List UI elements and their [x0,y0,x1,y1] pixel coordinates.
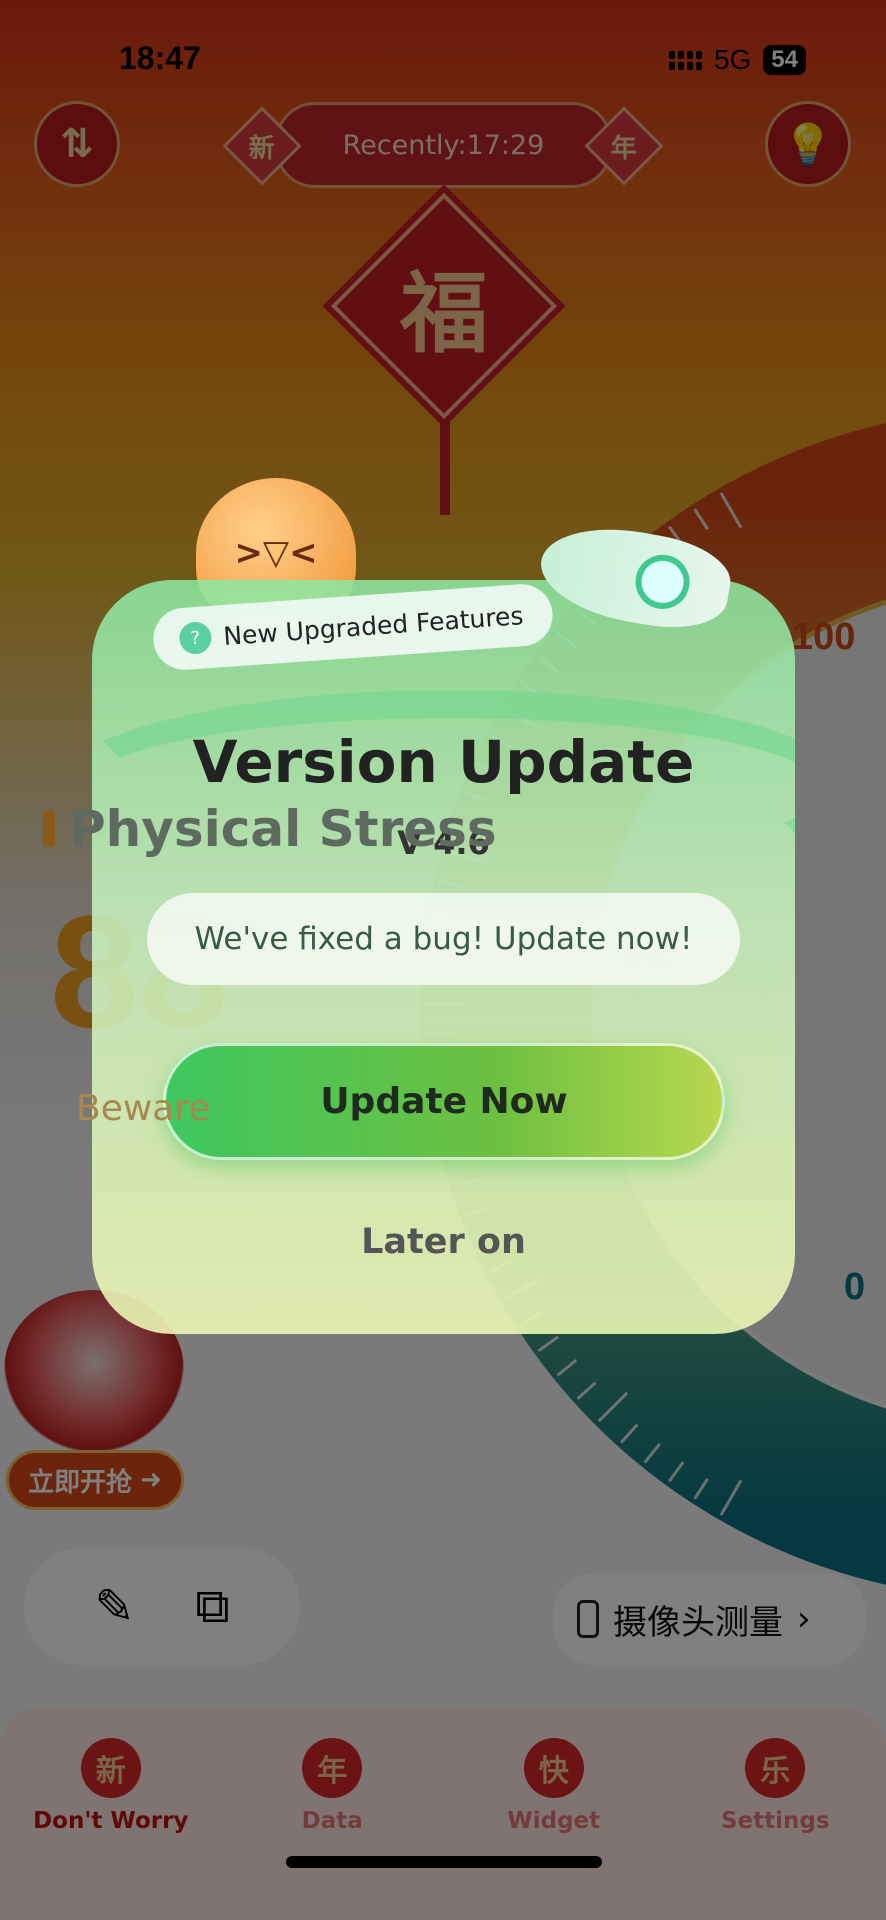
chevron-right-icon: ➜ [140,1465,162,1495]
tab-data[interactable]: 年 Data [232,1738,432,1920]
tassel [440,420,450,515]
status-bar-right: 5G 54 [668,44,806,76]
lantern-icon: 年 [302,1738,363,1798]
sort-icon[interactable]: ⇅ [34,101,120,187]
update-message: We've fixed a bug! Update now! [147,893,740,985]
tick-100: 100 [792,616,856,658]
tab-dont-worry[interactable]: 新 Don't Worry [11,1738,211,1920]
recently-label: Recently:17:29 [342,129,545,161]
camera-measure-button[interactable]: 摄像头测量 › [553,1573,866,1665]
action-pill: ✎ ⧉ [24,1548,300,1665]
badge-label: New Upgraded Features [222,600,525,651]
promo-label: 立即开抢 [28,1467,133,1498]
update-now-button[interactable]: Update Now [163,1043,725,1160]
recently-pill: Recently:17:29 [275,102,612,188]
tab-settings[interactable]: 乐 Settings [675,1738,875,1920]
tab-label: Don't Worry [33,1808,189,1834]
gauge-label: Physical Stress [69,800,497,858]
fu-char: 福 [399,260,488,365]
battery-icon: 54 [763,45,806,75]
tab-bar: 新 Don't Worry 年 Data 快 Widget 乐 Settings [0,1708,886,1920]
promo-button[interactable]: 立即开抢 ➜ [6,1450,184,1510]
stress-status: Beware [76,1088,211,1129]
tab-label: Data [301,1808,363,1834]
network-label: 5G [713,44,752,75]
tab-label: Settings [720,1808,830,1834]
gate-icon: 新 [80,1738,141,1798]
message-text: We've fixed a bug! Update now! [194,921,693,957]
camera-label: 摄像头测量 [613,1602,783,1643]
signal-icon [668,50,702,70]
later-on-button[interactable]: Later on [92,1222,795,1262]
title-marker [43,811,55,847]
tab-label: Widget [507,1808,601,1834]
gauge-title: Physical Stress [43,800,497,858]
nian-char: 年 [610,133,638,164]
lightbulb-icon[interactable]: 💡 [765,101,851,187]
dialog-title: Version Update [192,728,695,796]
fan-icon: 快 [523,1738,584,1798]
chevron-right-icon: › [797,1599,811,1639]
bulb-icon: ? [178,620,213,656]
tick-0: 0 [844,1266,866,1308]
phone-camera-icon [577,1600,599,1638]
status-time: 18:47 [119,40,201,76]
home-indicator[interactable] [286,1856,602,1868]
knot-icon: 乐 [745,1738,806,1798]
xin-char: 新 [248,133,276,164]
edit-icon[interactable]: ✎ [94,1579,134,1635]
tab-widget[interactable]: 快 Widget [454,1738,654,1920]
share-icon[interactable]: ⧉ [195,1578,229,1635]
